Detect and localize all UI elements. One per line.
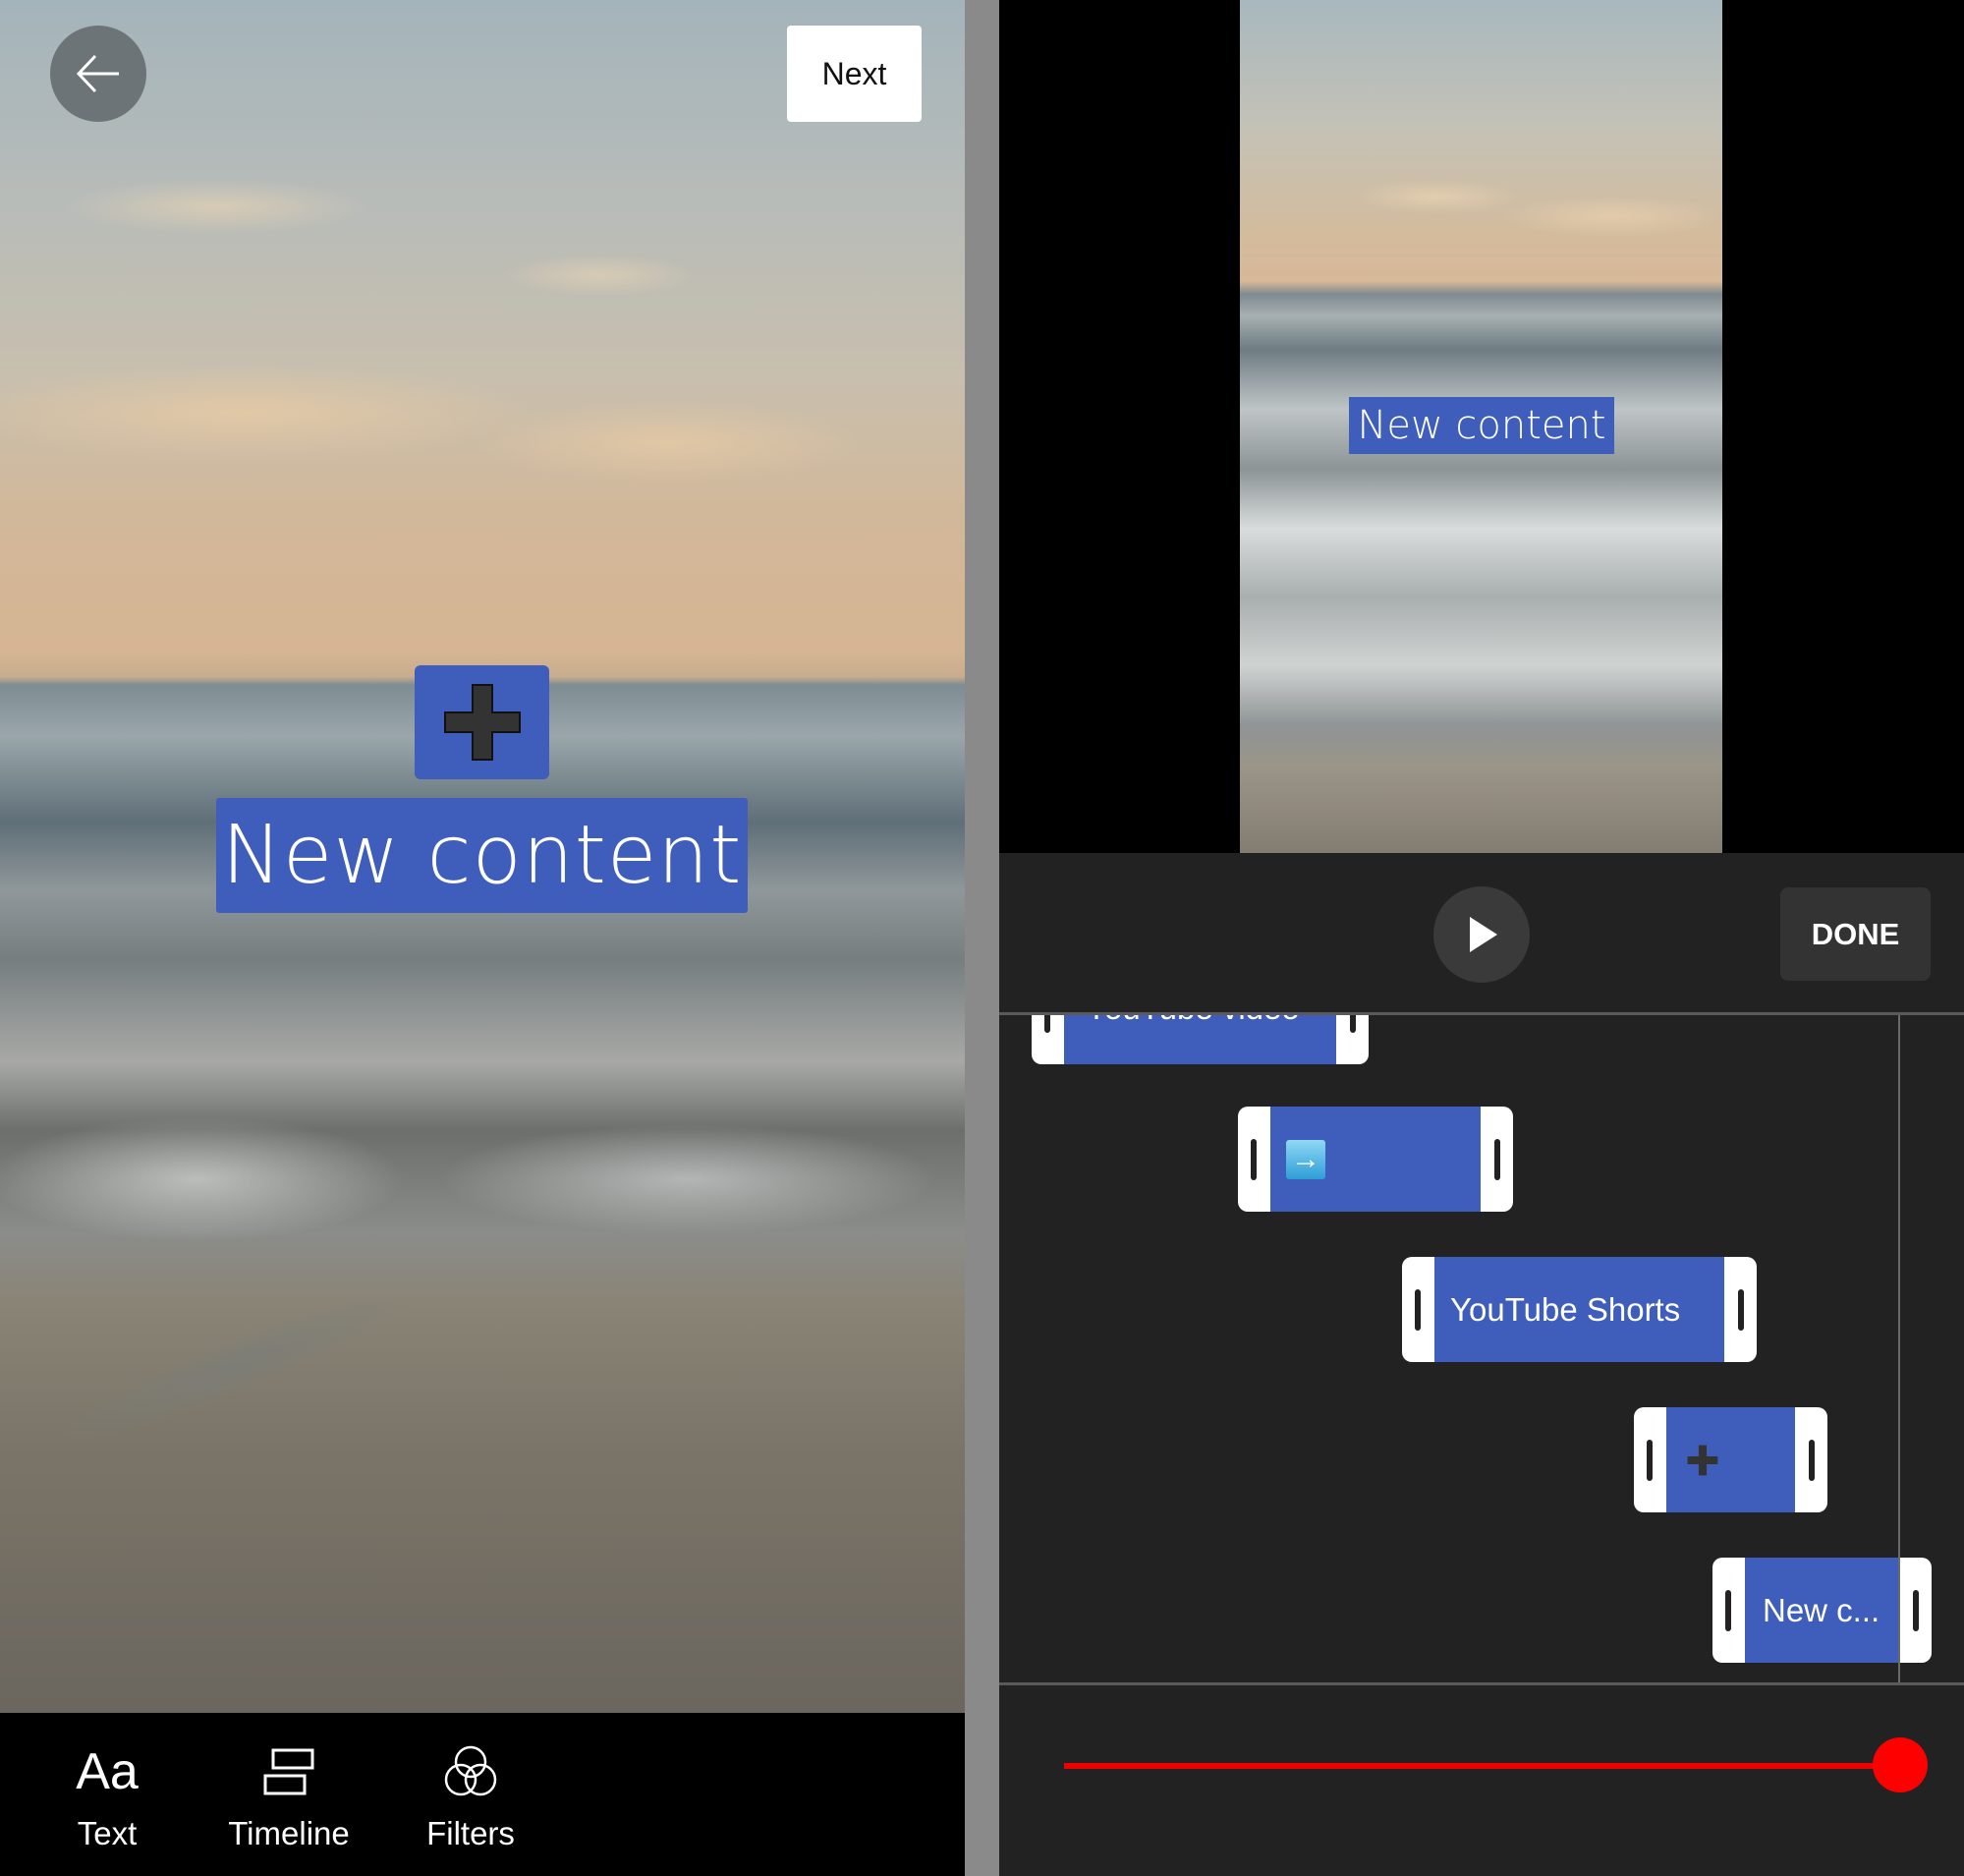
panel-divider bbox=[965, 0, 999, 1876]
editor-panel: Next New content Aa Text Timeline Filter… bbox=[0, 0, 965, 1876]
plus-sticker[interactable] bbox=[415, 665, 549, 779]
timeline-clip[interactable]: YouTube Shorts bbox=[1402, 1257, 1757, 1362]
clip-end-handle[interactable] bbox=[1913, 1589, 1919, 1631]
timeline-clip[interactable]: YouTube video bbox=[1032, 1015, 1369, 1064]
tool-filters-label: Filters bbox=[426, 1815, 515, 1851]
clip-end-handle[interactable] bbox=[1809, 1439, 1815, 1481]
tool-timeline-label: Timeline bbox=[228, 1815, 350, 1851]
scrubber-track[interactable] bbox=[1064, 1763, 1900, 1769]
next-button[interactable]: Next bbox=[787, 26, 922, 122]
heavy-plus-icon bbox=[443, 684, 521, 761]
clip-label: YouTube video bbox=[1064, 1015, 1336, 1064]
clip-end-handle[interactable] bbox=[1494, 1138, 1500, 1180]
tool-text-label: Text bbox=[77, 1815, 138, 1851]
heavy-plus-icon bbox=[1687, 1445, 1718, 1475]
arrow-left-icon bbox=[76, 54, 119, 93]
preview-text-overlay: New content bbox=[1349, 397, 1614, 454]
clip-start-handle[interactable] bbox=[1415, 1288, 1421, 1331]
clip-start-handle[interactable] bbox=[1044, 1015, 1050, 1033]
scrubber bbox=[999, 1685, 1964, 1876]
tool-text[interactable]: Aa Text bbox=[33, 1713, 181, 1876]
bottom-toolbar: Aa Text Timeline Filters bbox=[0, 1713, 965, 1876]
scrubber-thumb[interactable] bbox=[1873, 1737, 1928, 1792]
text-aa-icon: Aa bbox=[76, 1743, 139, 1800]
play-button[interactable] bbox=[1433, 886, 1530, 983]
clip-end-handle[interactable] bbox=[1350, 1015, 1356, 1033]
tool-timeline[interactable]: Timeline bbox=[215, 1713, 363, 1876]
timeline-tracks: YouTube video → YouTube Shorts New c... bbox=[999, 1012, 1964, 1685]
video-preview: New content bbox=[1240, 0, 1722, 853]
clip-content bbox=[1666, 1407, 1795, 1512]
text-sticker[interactable]: New content bbox=[216, 798, 748, 913]
timeline-icon bbox=[261, 1742, 316, 1801]
clip-label: YouTube Shorts bbox=[1434, 1257, 1724, 1362]
play-icon bbox=[1470, 917, 1497, 952]
playhead[interactable] bbox=[1898, 1015, 1900, 1682]
timeline-panel: New content DONE YouTube video → YouTube… bbox=[999, 0, 1964, 1876]
tool-filters[interactable]: Filters bbox=[397, 1713, 544, 1876]
clip-start-handle[interactable] bbox=[1725, 1589, 1731, 1631]
filters-icon bbox=[441, 1742, 500, 1801]
done-button[interactable]: DONE bbox=[1780, 887, 1931, 981]
clip-label: New c... bbox=[1745, 1558, 1899, 1663]
timeline-clip[interactable] bbox=[1634, 1407, 1827, 1512]
timeline-clip[interactable]: → bbox=[1238, 1107, 1513, 1212]
arrow-right-emoji-icon: → bbox=[1286, 1139, 1325, 1179]
clip-start-handle[interactable] bbox=[1251, 1138, 1257, 1180]
clip-end-handle[interactable] bbox=[1738, 1288, 1744, 1331]
back-button[interactable] bbox=[50, 26, 146, 122]
playback-controls: DONE bbox=[999, 853, 1964, 1012]
clip-start-handle[interactable] bbox=[1647, 1439, 1653, 1481]
clip-content: → bbox=[1270, 1107, 1481, 1212]
